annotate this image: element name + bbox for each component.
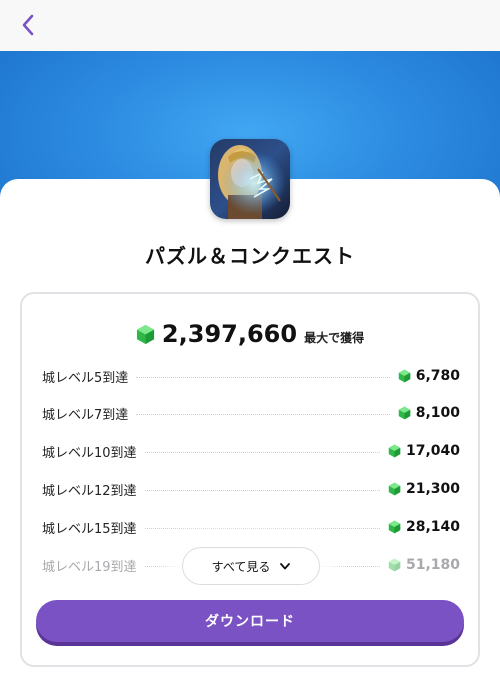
milestone-label: 城レベル10到達	[42, 445, 137, 461]
green-gem-icon	[136, 324, 154, 344]
green-gem-icon	[388, 482, 401, 496]
download-button[interactable]: ダウンロード	[36, 600, 464, 642]
dotted-leader	[144, 489, 380, 491]
milestone-row: 城レベル15到達 28,140	[42, 517, 460, 537]
milestone-label: 城レベル12到達	[42, 483, 137, 499]
chevron-down-icon	[280, 562, 291, 569]
milestone-row: 城レベル12到達 21,300	[42, 479, 460, 499]
milestone-label: 城レベル15到達	[42, 521, 137, 537]
milestone-row: 城レベル7到達 8,100	[42, 403, 460, 423]
top-bar	[0, 0, 500, 51]
chevron-left-icon	[22, 14, 34, 36]
milestone-amount: 8,100	[415, 405, 460, 421]
reward-card: 2,397,660 最大で獲得 城レベル5到達 6,780 城レベル7到達 8,100…	[20, 292, 480, 667]
milestone-amount: 28,140	[405, 519, 460, 535]
milestone-reward: 28,140	[388, 519, 460, 535]
dotted-leader	[136, 413, 390, 415]
milestone-amount: 51,180	[405, 557, 460, 573]
milestone-amount: 17,040	[405, 443, 460, 459]
total-reward: 2,397,660 最大で獲得	[22, 320, 478, 348]
dotted-leader	[136, 376, 390, 378]
total-reward-suffix: 最大で獲得	[304, 331, 365, 345]
app-title: パズル＆コンクエスト	[145, 244, 355, 268]
download-label: ダウンロード	[205, 614, 295, 630]
green-gem-icon	[398, 406, 410, 420]
milestone-reward: 17,040	[388, 443, 460, 459]
dotted-leader	[144, 527, 380, 529]
milestone-label: 城レベル5到達	[42, 370, 129, 386]
milestone-label: 城レベル7到達	[42, 407, 129, 423]
back-button[interactable]	[14, 10, 42, 40]
green-gem-icon	[388, 520, 401, 534]
green-gem-icon	[388, 444, 401, 458]
milestone-reward: 21,300	[388, 481, 460, 497]
see-all-label: すべて見る	[211, 559, 271, 574]
milestone-reward: 8,100	[398, 405, 460, 421]
milestone-label: 城レベル19到達	[42, 559, 137, 575]
green-gem-icon	[398, 369, 410, 383]
app-icon	[210, 139, 290, 219]
milestone-reward: 6,780	[398, 368, 460, 384]
see-all-button[interactable]: すべて見る	[182, 547, 320, 585]
dotted-leader	[144, 451, 380, 453]
green-gem-icon	[388, 558, 401, 572]
milestone-row: 城レベル5到達 6,780	[42, 366, 460, 386]
milestone-reward: 51,180	[388, 557, 460, 573]
milestone-row: 城レベル10到達 17,040	[42, 441, 460, 461]
total-reward-value: 2,397,660	[161, 320, 298, 348]
milestone-amount: 6,780	[415, 368, 460, 384]
milestone-amount: 21,300	[405, 481, 460, 497]
